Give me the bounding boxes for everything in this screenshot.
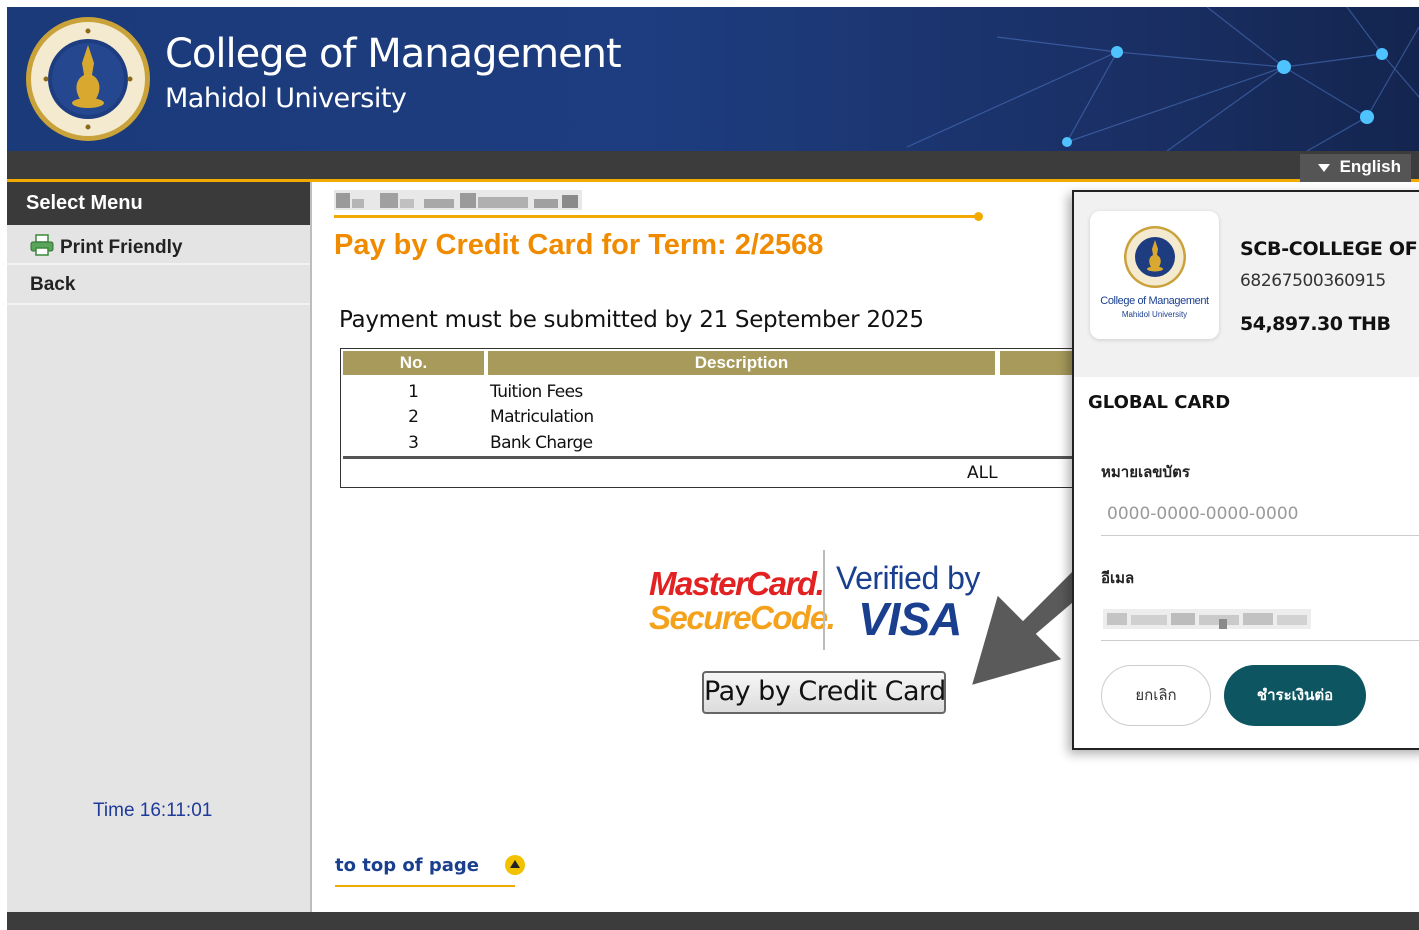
site-subtitle: Mahidol University [165, 83, 407, 114]
page: College of Management Mahidol University… [7, 7, 1419, 930]
printer-icon [30, 234, 54, 256]
continue-payment-button[interactable]: ชำระเงินต่อ [1224, 665, 1366, 726]
verified-by-visa-line2: VISA [858, 593, 962, 645]
sidebar-item-print-friendly[interactable]: Print Friendly [7, 225, 310, 265]
language-bar: English [7, 151, 1419, 182]
table-row-no: 2 [408, 407, 419, 427]
university-seal-logo [26, 17, 150, 141]
table-total-label: ALL [967, 463, 998, 483]
caret-down-icon [1317, 163, 1330, 172]
payment-deadline: Payment must be submitted by 21 Septembe… [339, 307, 924, 333]
network-graphic [906, 7, 1419, 151]
title-rule-dot [974, 212, 983, 221]
mastercard-logo-line2: SecureCode. [649, 599, 836, 636]
to-top-rule [335, 885, 515, 887]
language-selector[interactable]: English [1299, 154, 1411, 182]
card-number-input[interactable] [1101, 492, 1419, 536]
to-top-link[interactable]: to top of page [335, 855, 479, 876]
table-row-no: 1 [408, 382, 419, 402]
logo-divider [823, 550, 825, 650]
merchant-logo-line2: Mahidol University [1121, 310, 1188, 319]
pay-by-credit-card-button[interactable]: Pay by Credit Card [702, 671, 946, 714]
payment-amount: 54,897.30 THB [1240, 313, 1391, 335]
clock-text: Time 16:11:01 [93, 800, 213, 821]
mastercard-logo-line1: MasterCard. [649, 565, 825, 602]
title-rule [334, 215, 981, 218]
column-gap [484, 463, 488, 487]
merchant-logo-card: College of Management Mahidol University [1090, 211, 1219, 339]
merchant-logo-line1: College of Management [1100, 295, 1209, 307]
sidebar-item-label: Back [30, 274, 76, 295]
language-label: English [1339, 157, 1401, 176]
merchant-name: SCB-COLLEGE OF [1240, 238, 1418, 260]
payment-popup: College of Management Mahidol University… [1072, 190, 1419, 750]
sidebar-item-back[interactable]: Back [7, 265, 310, 305]
table-row-description: Bank Charge [490, 433, 593, 453]
reference-number: 68267500360915 [1240, 271, 1386, 291]
sidebar: Select Menu Print Friendly Back Time 16:… [7, 182, 312, 912]
section-title: GLOBAL CARD [1088, 392, 1231, 413]
email-label: อีเมล [1101, 569, 1135, 587]
blurred-email-value [1103, 609, 1311, 629]
table-row-no: 3 [408, 433, 419, 453]
merchant-seal-logo [1124, 226, 1186, 288]
fees-table: No. Description 1 Tuition Fees 2 Matricu… [340, 348, 1120, 488]
email-field[interactable] [1101, 597, 1419, 641]
site-header: College of Management Mahidol University [7, 7, 1419, 151]
sidebar-item-label: Print Friendly [60, 237, 183, 258]
up-arrow-glyph [510, 860, 520, 868]
site-title: College of Management [165, 31, 622, 77]
table-row-description: Tuition Fees [490, 382, 583, 402]
column-header-no: No. [343, 351, 484, 375]
sidebar-heading: Select Menu [7, 182, 310, 225]
table-row-description: Matriculation [490, 407, 594, 427]
page-title: Pay by Credit Card for Term: 2/2568 [334, 229, 824, 261]
table-total-rule [343, 456, 1099, 459]
footer-bar [7, 912, 1419, 930]
cancel-button[interactable]: ยกเลิก [1101, 665, 1211, 726]
card-number-label: หมายเลขบัตร [1101, 463, 1190, 481]
column-header-description: Description [488, 351, 995, 375]
blurred-student-name [334, 190, 582, 210]
